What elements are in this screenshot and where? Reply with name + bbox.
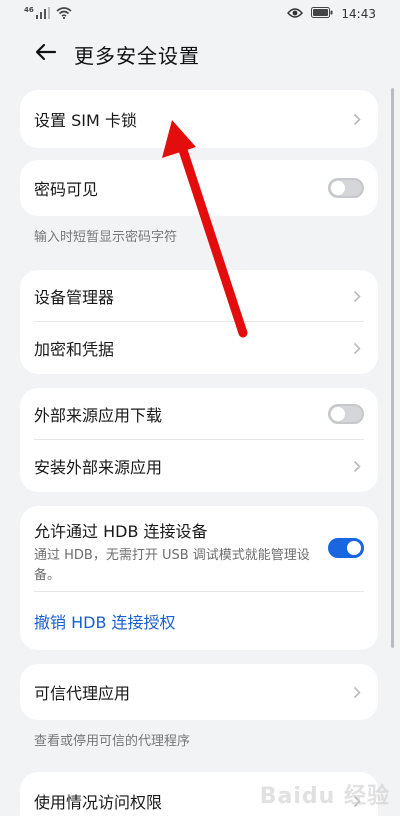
chevron-right-icon (350, 289, 364, 303)
encryption-label: 加密和凭据 (34, 340, 115, 359)
status-right: 14:43 (287, 7, 376, 21)
page-title: 更多安全设置 (74, 43, 200, 68)
header: 更多安全设置 (0, 30, 400, 78)
password-visible-label: 密码可见 (34, 180, 99, 199)
signal-icon (35, 6, 50, 22)
back-button[interactable] (32, 40, 60, 68)
status-bar: 46 14:43 (0, 0, 400, 28)
revoke-hdb-row[interactable]: 撤销 HDB 连接授权 (20, 592, 378, 650)
revoke-hdb-link[interactable]: 撤销 HDB 连接授权 (34, 609, 176, 633)
external-download-toggle[interactable] (328, 404, 364, 424)
hdb-toggle[interactable] (328, 538, 364, 558)
chevron-right-icon (350, 341, 364, 355)
install-external-label: 安装外部来源应用 (34, 458, 163, 477)
sim-lock-label: 设置 SIM 卡锁 (34, 111, 137, 130)
encryption-row[interactable]: 加密和凭据 (20, 322, 378, 374)
external-download-row[interactable]: 外部来源应用下载 (20, 388, 378, 440)
network-type: 46 (24, 6, 34, 14)
password-visible-hint: 输入时短暂显示密码字符 (34, 230, 178, 245)
hdb-row[interactable]: 允许通过 HDB 连接设备 通过 HDB，无需打开 USB 调试模式就能管理设备… (20, 506, 378, 592)
eye-icon (287, 7, 304, 21)
toggle-knob (331, 181, 345, 195)
trust-agent-hint: 查看或停用可信的代理程序 (34, 734, 191, 749)
sim-lock-card: 设置 SIM 卡锁 (20, 90, 378, 148)
back-arrow-icon (35, 43, 57, 65)
trust-agent-label: 可信代理应用 (34, 684, 131, 703)
external-download-label: 外部来源应用下载 (34, 406, 163, 425)
device-manager-row[interactable]: 设备管理器 (20, 270, 378, 322)
chevron-right-icon (350, 112, 364, 126)
chevron-right-icon (350, 459, 364, 473)
hdb-card: 允许通过 HDB 连接设备 通过 HDB，无需打开 USB 调试模式就能管理设备… (20, 506, 378, 650)
toggle-knob (331, 407, 345, 421)
install-external-row[interactable]: 安装外部来源应用 (20, 440, 378, 492)
clock: 14:43 (341, 7, 376, 21)
scrollbar[interactable] (391, 88, 394, 648)
watermark: Baidu 经验 (259, 784, 390, 809)
trust-agent-row[interactable]: 可信代理应用 (20, 664, 378, 720)
external-source-card: 外部来源应用下载 安装外部来源应用 (20, 388, 378, 492)
device-manager-label: 设备管理器 (34, 288, 115, 307)
chevron-right-icon (350, 685, 364, 699)
hdb-title: 允许通过 HDB 连接设备 (34, 522, 208, 541)
usage-access-label: 使用情况访问权限 (34, 793, 163, 812)
wifi-icon (56, 6, 72, 22)
password-visible-card: 密码可见 (20, 160, 378, 216)
status-left: 46 (24, 6, 72, 22)
password-visible-row[interactable]: 密码可见 (20, 160, 378, 216)
device-card: 设备管理器 加密和凭据 (20, 270, 378, 374)
hdb-text: 允许通过 HDB 连接设备 通过 HDB，无需打开 USB 调试模式就能管理设备… (34, 518, 326, 586)
hdb-description: 通过 HDB，无需打开 USB 调试模式就能管理设备。 (34, 548, 310, 583)
password-visible-toggle[interactable] (328, 178, 364, 198)
sim-lock-row[interactable]: 设置 SIM 卡锁 (20, 90, 378, 148)
toggle-knob (347, 541, 361, 555)
trust-agent-card: 可信代理应用 (20, 664, 378, 720)
battery-icon (311, 7, 333, 21)
